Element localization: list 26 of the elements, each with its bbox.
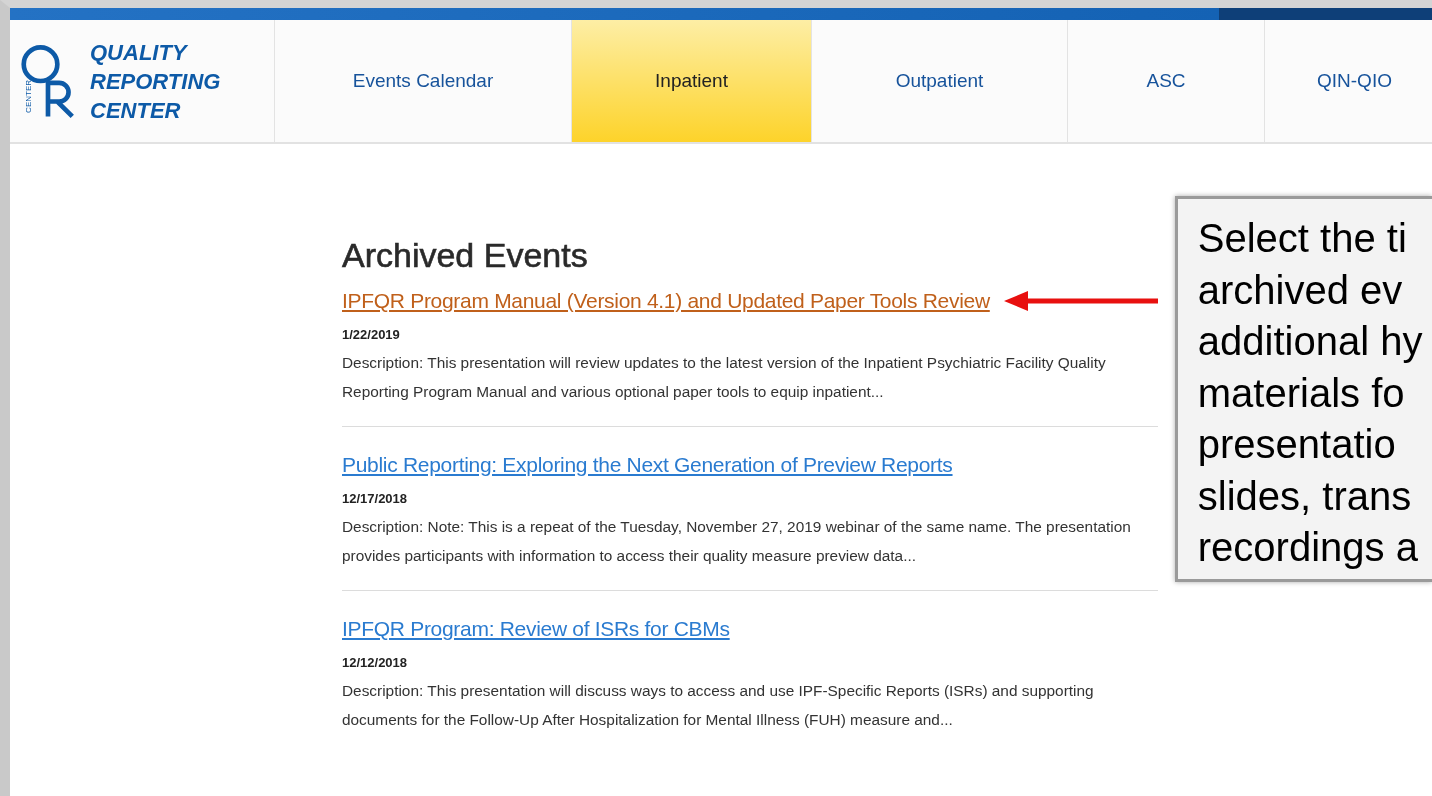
event-date: 12/17/2018 (342, 491, 409, 506)
event-title-link[interactable]: IPFQR Program: Review of ISRs for CBMs (342, 617, 730, 641)
event-description: Description: This presentation will review updates to the latest version of the Inpatient Psychiatric Facility Quality Reporting Program Manual and various optional paper tools to equip inpatient... (342, 353, 1107, 402)
logo-text: REPORTING (90, 67, 221, 96)
page-heading: Archived Events (342, 236, 589, 275)
nav-tab[interactable]: QIN-QIO (1265, 20, 1432, 142)
callout-text: Select the ti (1197, 215, 1408, 262)
callout-text: archived ev (1197, 266, 1404, 314)
callout-text: slides, trans (1197, 472, 1413, 520)
callout-text: additional hy (1197, 318, 1424, 365)
event-date: 1/22/2019 (342, 327, 401, 342)
callout-text: materials fo (1197, 369, 1406, 417)
callout-text: presentatio (1197, 421, 1397, 468)
nav-tab[interactable]: Inpatient (572, 20, 812, 142)
event-date: 12/12/2018 (342, 655, 409, 670)
nav-tab[interactable]: Outpatient (812, 20, 1068, 142)
logo-text: QUALITY (90, 38, 189, 67)
event-description: Description: Note: This is a repeat of the Tuesday, November 27, 2019 webinar of the same name. The presentation provides participants with information to access their quality measure preview data... (342, 517, 1132, 566)
event-title-link[interactable]: Public Reporting: Exploring the Next Generation of Preview Reports (342, 453, 953, 477)
logo-caption: CENTER (24, 80, 33, 113)
nav-tab[interactable]: ASC (1068, 20, 1265, 142)
event-description: Description: This presentation will discuss ways to access and use IPF-Specific Reports (ISRs) and supporting documents for the Follow-Up After Hospitalization for Mental Illness (FUH) measure and... (342, 681, 1095, 730)
logo-text: CENTER (90, 96, 182, 125)
callout-text: recordings a (1197, 524, 1419, 571)
event-title-link[interactable]: IPFQR Program Manual (Version 4.1) and Updated Paper Tools Review (342, 289, 990, 313)
qr-logo-icon (20, 42, 76, 120)
